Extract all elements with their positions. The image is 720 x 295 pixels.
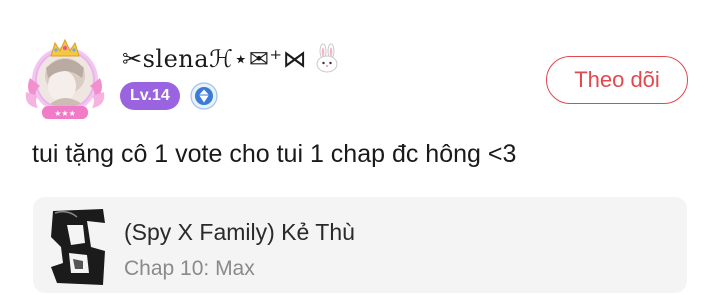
level-badge: Lv.14	[120, 82, 180, 110]
username-text: ✂slenaℋ⋆✉⁺⋈	[122, 45, 308, 73]
user-badges: Lv.14	[120, 82, 218, 110]
diamond-badge-icon	[190, 82, 218, 110]
story-cover-image	[47, 207, 109, 287]
comment-text: tui tặng cô 1 vote cho tui 1 chap đc hôn…	[32, 140, 517, 168]
follow-button-label: Theo dõi	[574, 67, 660, 92]
follow-button[interactable]: Theo dõi	[546, 56, 688, 104]
bunny-icon	[316, 43, 338, 73]
level-label: Lv.14	[130, 87, 170, 104]
svg-text:★★★: ★★★	[54, 109, 76, 118]
story-chapter: Chap 10: Max	[124, 257, 255, 280]
story-card[interactable]: (Spy X Family) Kẻ Thù Chap 10: Max	[33, 197, 687, 293]
crown-frame-icon: ★★★	[25, 38, 105, 119]
story-title: (Spy X Family) Kẻ Thù	[124, 219, 355, 245]
username[interactable]: ✂slenaℋ⋆✉⁺⋈	[122, 42, 343, 76]
avatar[interactable]: ★★★	[22, 34, 108, 124]
